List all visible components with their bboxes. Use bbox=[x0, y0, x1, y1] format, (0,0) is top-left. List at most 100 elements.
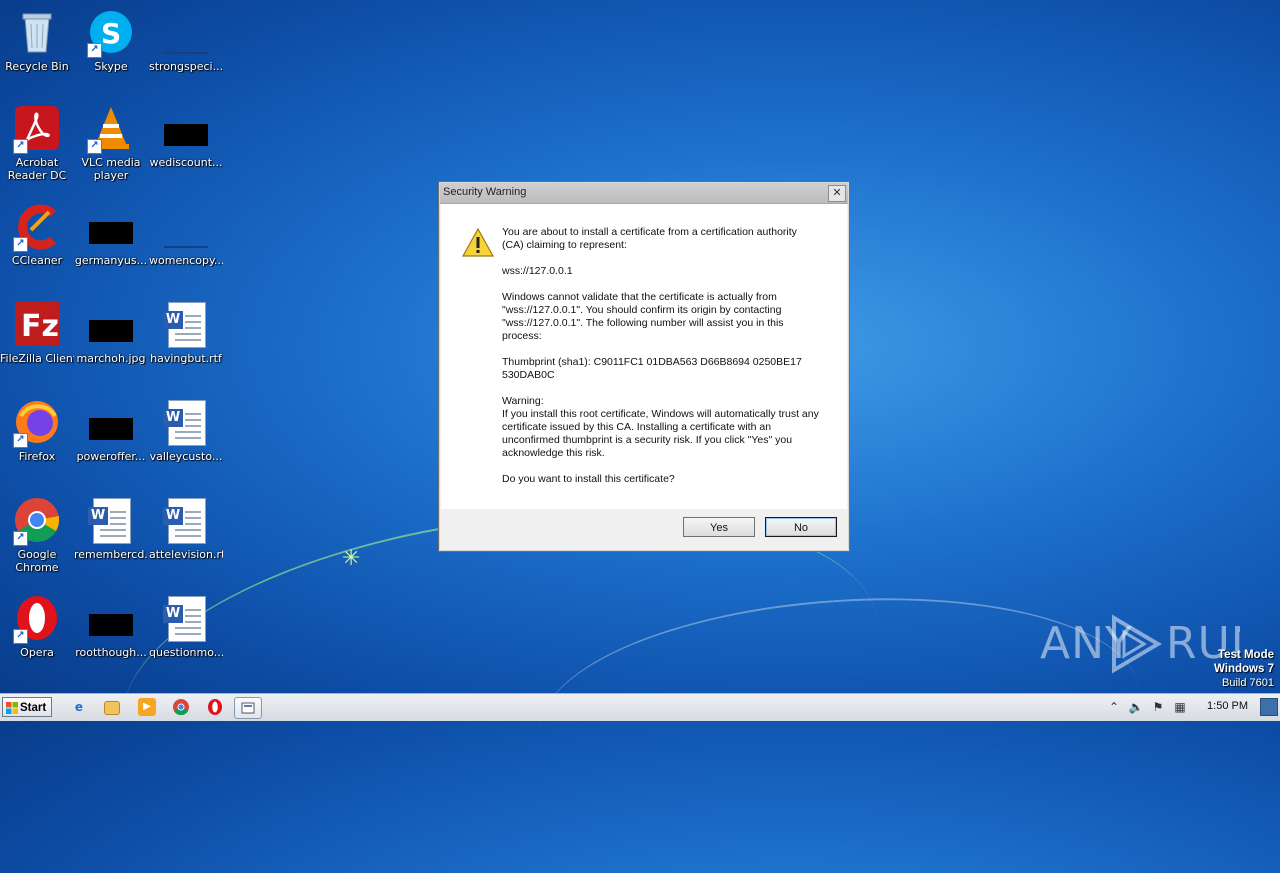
security-warning-dialog: Security Warning ✕ You are about to inst… bbox=[438, 181, 850, 552]
file-thumbnail-icon bbox=[162, 202, 210, 250]
desktop-icon-label: Google Chrome bbox=[15, 548, 59, 574]
shortcut-arrow-icon: ↗ bbox=[87, 139, 102, 154]
test-mode-notice: Test Mode Windows 7 Build 7601 bbox=[1214, 648, 1274, 690]
explorer-folder-icon[interactable] bbox=[104, 701, 120, 715]
chrome-icon: ↗ bbox=[13, 496, 61, 546]
svg-text:ANY: ANY bbox=[1040, 618, 1133, 669]
word-doc-icon: W bbox=[162, 300, 210, 348]
message-intro: You are about to install a certificate f… bbox=[502, 226, 797, 251]
firefox-icon: ↗ bbox=[13, 398, 61, 448]
desktop-icon-label: poweroffer... bbox=[76, 450, 146, 463]
desktop-icon-poweroffer[interactable]: poweroffer... bbox=[74, 398, 148, 463]
windows-flag-icon bbox=[6, 701, 18, 714]
desktop-icon-marchoh[interactable]: marchoh.jpg bbox=[74, 300, 148, 365]
desktop-icon-label: CCleaner bbox=[11, 254, 63, 267]
image-file-icon bbox=[87, 300, 135, 348]
media-player-icon[interactable]: ▶ bbox=[138, 698, 156, 716]
desktop-icon-label: Acrobat Reader DC bbox=[7, 156, 67, 182]
message-question: Do you want to install this certificate? bbox=[502, 473, 675, 485]
wallpaper-sparkle: ✳ bbox=[342, 546, 361, 571]
svg-text:Fz: Fz bbox=[21, 309, 59, 344]
vlc-icon: ↗ bbox=[87, 104, 135, 154]
desktop-icon-label: havingbut.rtf bbox=[150, 352, 222, 365]
clock[interactable]: 1:50 PM bbox=[1207, 700, 1248, 712]
show-desktop-button[interactable] bbox=[1260, 698, 1278, 716]
desktop-icon-wediscount[interactable]: wediscount... bbox=[149, 104, 223, 169]
test-mode-line3: Build 7601 bbox=[1222, 677, 1274, 689]
shortcut-arrow-icon: ↗ bbox=[13, 629, 28, 644]
volume-icon[interactable]: 🔈 bbox=[1128, 699, 1144, 715]
dialog-footer: Yes No bbox=[441, 509, 847, 549]
dialog-titlebar[interactable]: Security Warning ✕ bbox=[440, 183, 848, 204]
desktop-icon-label: Firefox bbox=[18, 450, 56, 463]
desktop-icon-opera[interactable]: ↗ Opera bbox=[0, 594, 74, 659]
image-file-icon bbox=[162, 104, 210, 152]
desktop-icon-questionmo[interactable]: W questionmo... bbox=[149, 594, 223, 659]
start-label: Start bbox=[20, 702, 47, 714]
desktop-icon-havingbut[interactable]: W havingbut.rtf bbox=[149, 300, 223, 365]
message-validation: Windows cannot validate that the certifi… bbox=[502, 291, 784, 342]
word-doc-icon: W bbox=[87, 496, 135, 544]
desktop-icon-label: Skype bbox=[94, 60, 128, 73]
desktop-icon-label: FileZilla Client bbox=[0, 352, 74, 365]
desktop-icon-germanyus[interactable]: germanyus... bbox=[74, 202, 148, 267]
desktop-icon-label: wediscount... bbox=[149, 156, 223, 169]
taskbar: Start e ▶ ⌃ 🔈 ⚑ ▦ 1:50 PM bbox=[0, 693, 1280, 721]
message-warning: If you install this root certificate, Wi… bbox=[502, 408, 819, 459]
ccleaner-icon: ↗ bbox=[13, 202, 61, 252]
test-mode-line1: Test Mode bbox=[1217, 649, 1274, 661]
message-thumbprint: Thumbprint (sha1): C9011FC1 01DBA563 D66… bbox=[502, 356, 802, 381]
system-tray: ⌃ 🔈 ⚑ ▦ 1:50 PM bbox=[1100, 694, 1280, 721]
desktop-icon-recycle-bin[interactable]: Recycle Bin bbox=[0, 8, 74, 73]
desktop-icon-acrobat[interactable]: ↗ Acrobat Reader DC bbox=[0, 104, 74, 182]
desktop-icon-label: Recycle Bin bbox=[5, 60, 69, 73]
word-doc-icon: W bbox=[162, 496, 210, 544]
warning-icon bbox=[461, 226, 495, 260]
desktop-icon-valleycusto[interactable]: W valleycusto... bbox=[149, 398, 223, 463]
desktop-icon-label: VLC media player bbox=[81, 156, 141, 182]
desktop-icon-ccleaner[interactable]: ↗ CCleaner bbox=[0, 202, 74, 267]
desktop-icon-label: marchoh.jpg bbox=[76, 352, 146, 365]
image-file-icon bbox=[87, 202, 135, 250]
desktop-icon-chrome[interactable]: ↗ Google Chrome bbox=[0, 496, 74, 574]
desktop-icon-strongspeci[interactable]: strongspeci... bbox=[149, 8, 223, 73]
close-button[interactable]: ✕ bbox=[828, 185, 846, 202]
desktop-icon-rootthough[interactable]: rootthough... bbox=[74, 594, 148, 659]
message-subject: wss://127.0.0.1 bbox=[502, 265, 573, 277]
image-file-icon bbox=[87, 594, 135, 642]
certificate-window-icon[interactable] bbox=[234, 697, 262, 719]
opera-icon: ↗ bbox=[13, 594, 61, 644]
shortcut-arrow-icon: ↗ bbox=[13, 531, 28, 546]
svg-text:S: S bbox=[101, 17, 121, 50]
yes-button[interactable]: Yes bbox=[683, 517, 755, 537]
desktop-icon-label: remembercd... bbox=[74, 548, 148, 561]
dialog-message: You are about to install a certificate f… bbox=[502, 226, 820, 499]
desktop-icon-label: strongspeci... bbox=[149, 60, 223, 73]
word-doc-icon: W bbox=[162, 398, 210, 446]
desktop-icon-womencopy[interactable]: womencopy... bbox=[149, 202, 223, 267]
desktop-icon-firefox[interactable]: ↗ Firefox bbox=[0, 398, 74, 463]
opera-icon[interactable] bbox=[206, 698, 224, 716]
recycle-bin-icon bbox=[13, 8, 61, 56]
show-hidden-icons-icon[interactable]: ⌃ bbox=[1106, 699, 1122, 715]
start-button[interactable]: Start bbox=[2, 697, 52, 717]
network-icon[interactable]: ▦ bbox=[1172, 699, 1188, 715]
shortcut-arrow-icon: ↗ bbox=[13, 237, 28, 252]
test-mode-line2: Windows 7 bbox=[1214, 663, 1274, 675]
internet-explorer-icon[interactable]: e bbox=[70, 698, 88, 716]
skype-icon: S ↗ bbox=[87, 8, 135, 58]
desktop-icon-attelevision[interactable]: W attelevision.rtf bbox=[149, 496, 223, 561]
chrome-icon[interactable] bbox=[172, 698, 190, 716]
desktop-icon-label: rootthough... bbox=[75, 646, 147, 659]
desktop-icon-label: Opera bbox=[20, 646, 54, 659]
shortcut-arrow-icon: ↗ bbox=[13, 433, 28, 448]
desktop-icon-skype[interactable]: S ↗ Skype bbox=[74, 8, 148, 73]
no-button[interactable]: No bbox=[765, 517, 837, 537]
desktop-icon-filezilla[interactable]: Fz FileZilla Client bbox=[0, 300, 74, 365]
desktop-icon-remembercd[interactable]: W remembercd... bbox=[74, 496, 148, 561]
desktop-icon-label: germanyus... bbox=[74, 254, 148, 267]
action-center-flag-icon[interactable]: ⚑ bbox=[1150, 699, 1166, 715]
shortcut-arrow-icon: ↗ bbox=[87, 43, 102, 58]
desktop-icon-vlc[interactable]: ↗ VLC media player bbox=[74, 104, 148, 182]
desktop-icon-label: questionmo... bbox=[149, 646, 223, 659]
